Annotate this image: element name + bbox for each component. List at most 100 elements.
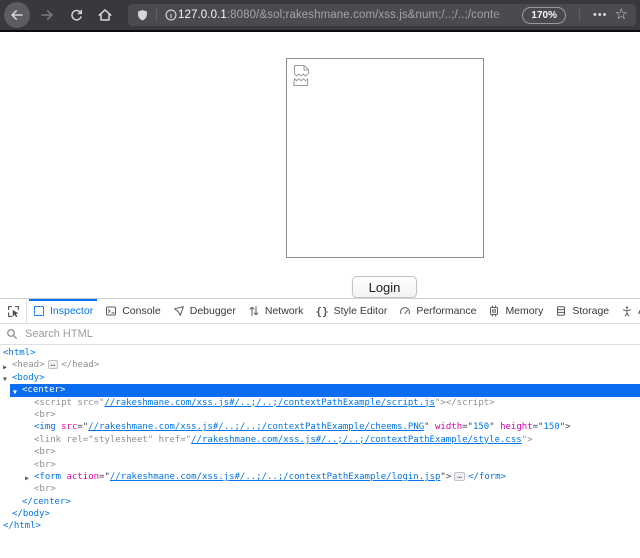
url-fade [492,9,518,21]
markup-token: <br> [34,410,56,420]
markup-token: src [61,422,77,432]
markup-token: <head> [12,360,45,370]
broken-image-icon [293,64,312,87]
accessibility-icon [621,305,633,317]
markup-node[interactable]: <br> [0,459,640,471]
markup-node[interactable]: ▶ <form action="//rakeshmane.com/xss.js#/… [0,471,640,483]
markup-token: <center> [22,385,65,395]
expand-collapse-arrow-icon[interactable]: ▼ [3,373,7,384]
tab-storage[interactable]: Storage [549,299,615,323]
markup-token: <br> [34,447,56,457]
search-html-input[interactable] [23,327,634,341]
markup-node[interactable]: <img src="//rakeshmane.com/xss.js#/..;/.… [0,421,640,433]
markup-token: width [435,422,462,432]
storage-icon [555,305,567,317]
markup-node[interactable]: </html> [0,520,640,532]
markup-token: <br> [34,484,56,494]
tab-label: Storage [572,305,609,317]
markup-node[interactable]: </body> [0,508,640,520]
markup-node[interactable]: </center> [0,496,640,508]
tab-performance[interactable]: Performance [393,299,482,323]
markup-token: <img [34,422,56,432]
reload-button[interactable] [64,3,88,27]
markup-token: =" [99,472,110,482]
markup-token: " [489,422,500,432]
markup-token: "> [440,472,451,482]
collapsed-content-badge[interactable]: … [48,360,59,369]
markup-token: <html> [3,348,36,358]
url-host: 127.0.0.1 [178,9,227,21]
tab-debugger[interactable]: Debugger [167,299,242,323]
home-icon [97,7,113,23]
tab-label: Memory [505,305,543,317]
markup-node[interactable]: <br> [0,446,640,458]
markup-token: </body> [12,509,50,519]
markup-token: <script src=" [34,398,104,408]
page-viewport: Login [0,32,640,298]
markup-token: <br> [34,460,56,470]
console-icon [105,305,117,317]
markup-token: <form [34,472,61,482]
tab-console[interactable]: Console [99,299,167,323]
markup-node[interactable]: <link rel="stylesheet" href="//rakeshman… [0,434,640,446]
markup-node[interactable]: <br> [0,483,640,495]
home-button[interactable] [93,3,117,27]
network-icon [248,305,260,317]
bookmark-star-button[interactable]: ☆ [615,7,628,22]
shield-icon[interactable] [136,8,149,23]
tab-style-editor[interactable]: {}Style Editor [309,299,393,323]
performance-icon [399,305,411,317]
expand-expand-arrow-icon[interactable]: ▶ [3,361,7,372]
tab-network[interactable]: Network [242,299,310,323]
expand-collapse-arrow-icon[interactable]: ▼ [13,386,17,397]
page-actions-button[interactable]: ••• [593,9,608,21]
urlbar-divider [579,8,580,22]
markup-token: =" [533,422,544,432]
forward-button[interactable] [35,3,59,27]
markup-token: "> [560,422,571,432]
pick-element-icon [7,305,20,318]
inspector-icon [33,305,45,317]
markup-token: "> [522,435,533,445]
markup-token: //rakeshmane.com/xss.js#/..;/..;/context… [104,398,435,408]
markup-token: 150 [473,422,489,432]
browser-toolbar: 127.0.0.1:8080/&sol;rakeshmane.com/xss.j… [0,0,640,30]
markup-node-selected[interactable]: ▼ <center> [0,384,640,396]
markup-node[interactable]: ▼ <body> [0,372,640,384]
debugger-icon [173,305,185,317]
back-icon [9,7,25,23]
search-icon [6,328,18,340]
markup-node[interactable]: <html> [0,347,640,359]
markup-node[interactable]: <br> [0,409,640,421]
style-editor-icon: {} [315,305,328,318]
markup-node[interactable]: ▶<head>…</head> [0,359,640,371]
tab-memory[interactable]: Memory [482,299,549,323]
broken-image-placeholder [286,58,484,258]
expand-expand-arrow-icon[interactable]: ▶ [25,472,29,483]
tab-label: Debugger [190,305,236,317]
markup-token: //rakeshmane.com/xss.js#/..;/..;/context… [110,472,441,482]
back-button[interactable] [4,2,30,28]
tab-label: Network [265,305,304,317]
devtools-panel: Inspector Console Debugger Network {}Style E… [0,298,640,558]
devtools-search-row [0,324,640,345]
markup-token: </html> [3,521,41,531]
markup-node[interactable]: <script src="//rakeshmane.com/xss.js#/..… [0,397,640,409]
markup-token: <body> [12,373,45,383]
collapsed-content-badge[interactable]: … [454,472,465,481]
markup-token: 150 [543,422,559,432]
login-button[interactable]: Login [352,276,417,298]
pick-element-button[interactable] [0,299,27,323]
tab-inspector[interactable]: Inspector [27,299,99,323]
markup-token: action [67,472,100,482]
zoom-level-badge[interactable]: 170% [522,7,566,24]
markup-token: </form> [468,472,506,482]
browser-window: 127.0.0.1:8080/&sol;rakeshmane.com/xss.j… [0,0,640,558]
reload-icon [69,8,84,23]
tab-acc[interactable]: Acc [615,299,640,323]
url-bar[interactable]: 127.0.0.1:8080/&sol;rakeshmane.com/xss.j… [128,4,636,26]
markup-token: //rakeshmane.com/xss.js#/..;/..;/context… [191,435,522,445]
url-text[interactable]: 127.0.0.1:8080/&sol;rakeshmane.com/xss.j… [178,9,518,21]
site-info-icon[interactable] [164,8,178,22]
tab-label: Inspector [50,305,93,317]
